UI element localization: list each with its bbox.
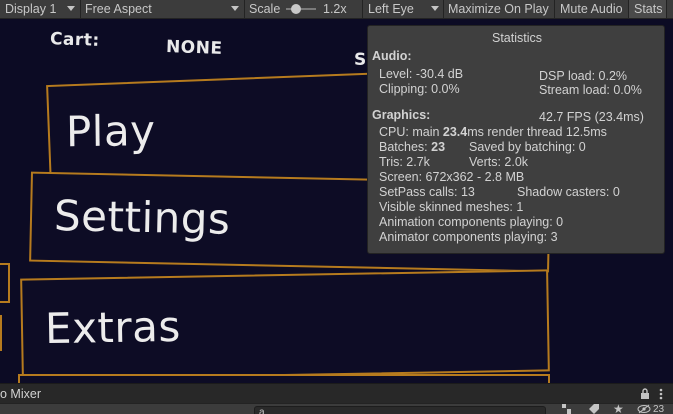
cpu-line: CPU: main 23.4ms render thread 12.5ms	[379, 125, 607, 139]
mute-audio-toggle[interactable]: Mute Audio	[555, 0, 628, 18]
lock-icon[interactable]	[640, 388, 650, 402]
more-vertical-icon[interactable]	[659, 388, 663, 403]
scale-slider-handle[interactable]	[291, 4, 301, 14]
scale-label: Scale	[244, 0, 282, 18]
eye-dropdown-chevron-icon	[431, 6, 439, 11]
graphics-header: Graphics:	[372, 108, 431, 122]
shadow-casters: Shadow casters: 0	[517, 185, 620, 199]
cpu-main-value: 23.4	[442, 125, 468, 139]
maximize-on-play-label: Maximize On Play	[448, 2, 549, 16]
extras-button-label: Extras	[44, 301, 182, 354]
scale-value-text: 1.2x	[323, 2, 347, 16]
setpass-calls: SetPass calls: 13	[379, 185, 475, 199]
batches-prefix: Batches:	[379, 140, 432, 154]
aspect-dropdown-label: Free Aspect	[85, 2, 152, 16]
eye-dropdown-label: Left Eye	[368, 2, 414, 16]
star-icon[interactable]: ★	[613, 402, 624, 414]
partial-hud-text: S	[354, 50, 367, 70]
cart-label: Cart:	[49, 29, 101, 51]
hierarchy-toolbar: a ★ 23	[0, 402, 673, 414]
aspect-dropdown-chevron-icon	[231, 6, 239, 11]
audio-mixer-tab-title[interactable]: o Mixer	[0, 387, 41, 401]
batches-value: 23	[431, 140, 446, 154]
edge-frame-fragment	[0, 315, 2, 351]
audio-mixer-tab-header: o Mixer	[0, 383, 673, 403]
saved-by-batching: Saved by batching: 0	[469, 140, 586, 154]
aspect-dropdown[interactable]: Free Aspect	[80, 0, 244, 18]
visibility-count: 23	[653, 404, 665, 414]
edge-frame-fragment	[0, 263, 10, 303]
audio-level: Level: -30.4 dB	[379, 67, 464, 81]
scale-value: 1.2x	[318, 0, 358, 18]
audio-header: Audio:	[372, 49, 412, 63]
play-button-label: Play	[65, 106, 156, 157]
partial-menu-button	[18, 374, 550, 383]
stream-load: Stream load: 0.0%	[539, 83, 642, 97]
screen-info: Screen: 672x362 - 2.8 MB	[379, 170, 525, 184]
stats-toggle[interactable]: Stats	[629, 0, 666, 18]
search-field-value: a	[259, 407, 265, 414]
visible-skinned-meshes: Visible skinned meshes: 1	[379, 200, 524, 214]
scale-label-text: Scale	[249, 2, 281, 16]
stats-toggle-label: Stats	[634, 2, 663, 16]
audio-clipping: Clipping: 0.0%	[379, 82, 460, 96]
display-dropdown-chevron-icon	[67, 6, 75, 11]
cpu-prefix: CPU: main	[379, 125, 443, 139]
mute-audio-label: Mute Audio	[560, 2, 623, 16]
statistics-panel: Statistics Audio: Level: -30.4 dB Clippi…	[367, 25, 665, 254]
tris-count: Tris: 2.7k	[379, 155, 430, 169]
tag-icon[interactable]	[588, 403, 600, 414]
settings-button-label: Settings	[53, 191, 231, 244]
animator-components: Animator components playing: 3	[379, 230, 558, 244]
dsp-load: DSP load: 0.2%	[539, 69, 628, 83]
cart-value: NONE	[165, 37, 223, 59]
game-view-toolbar: Display 1 Free Aspect Scale 1.2x Left Ey…	[0, 0, 673, 19]
extras-button[interactable]: Extras	[20, 269, 550, 381]
batches-line: Batches: 23	[379, 140, 445, 154]
statistics-title: Statistics	[491, 31, 542, 45]
display-dropdown-label: Display 1	[5, 2, 57, 16]
animation-components: Animation components playing: 0	[379, 215, 564, 229]
fps-readout: 42.7 FPS (23.4ms)	[539, 110, 644, 124]
search-field[interactable]: a	[254, 406, 546, 414]
cpu-suffix: ms render thread 12.5ms	[467, 125, 607, 139]
visibility-icon[interactable]	[637, 403, 651, 414]
scene-filter-icon[interactable]	[561, 403, 573, 414]
maximize-on-play-toggle[interactable]: Maximize On Play	[443, 0, 554, 18]
verts-count: Verts: 2.0k	[469, 155, 529, 169]
